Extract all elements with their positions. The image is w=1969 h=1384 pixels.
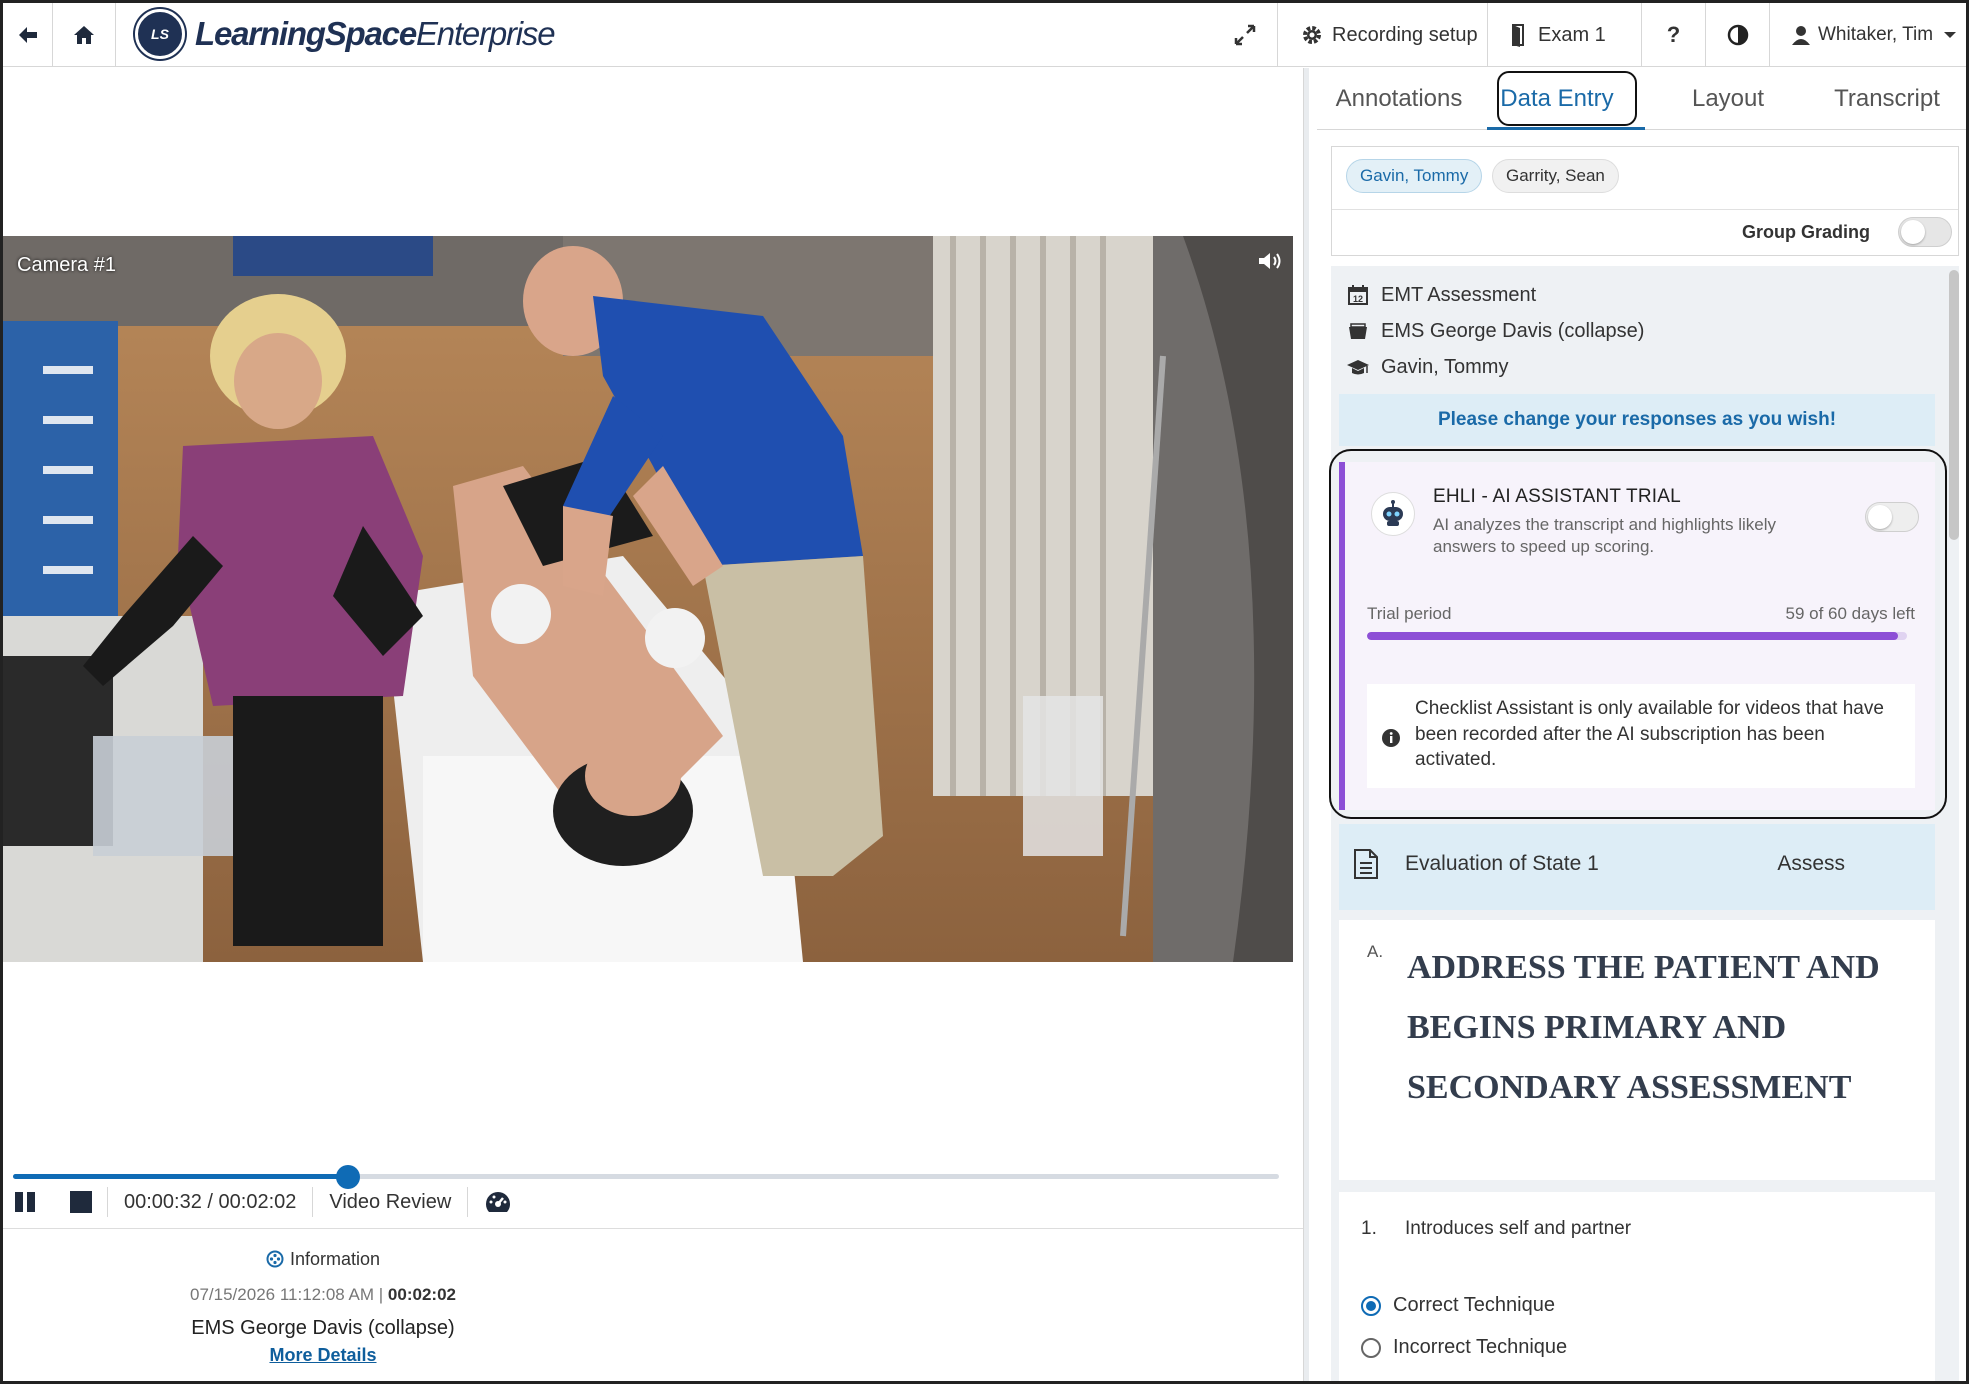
student-selector: Gavin, Tommy Garrity, Sean Group Grading xyxy=(1331,146,1959,256)
help-icon: ? xyxy=(1666,22,1681,47)
learner-row: Gavin, Tommy xyxy=(1345,352,1508,382)
focus-outline xyxy=(1497,71,1637,126)
expand-icon xyxy=(1234,24,1256,46)
contrast-icon xyxy=(1727,24,1748,46)
pause-button[interactable] xyxy=(3,1184,45,1220)
student-chip-selected[interactable]: Gavin, Tommy xyxy=(1346,159,1483,193)
stop-button[interactable] xyxy=(45,1184,107,1220)
exam-button[interactable]: Exam 1 xyxy=(1487,3,1641,67)
group-grading-label: Group Grading xyxy=(1742,222,1870,242)
group-grading-toggle[interactable] xyxy=(1898,217,1952,247)
information-heading: Information xyxy=(3,1249,643,1270)
mode-label: Video Review xyxy=(329,1190,452,1213)
toggle-knob xyxy=(1868,505,1892,529)
ai-title: EHLI - AI ASSISTANT TRIAL xyxy=(1433,486,1681,507)
scenario-title: EMS George Davis (collapse) xyxy=(191,1317,455,1339)
top-bar: LS LearningSpaceEnterprise Recording set… xyxy=(3,3,1966,67)
fullscreen-button[interactable] xyxy=(1213,3,1277,67)
ai-info-note: Checklist Assistant is only available fo… xyxy=(1367,684,1915,788)
graduation-cap-icon xyxy=(1347,360,1369,375)
more-details-link[interactable]: More Details xyxy=(3,1345,643,1366)
home-icon xyxy=(74,26,94,44)
info-icon xyxy=(1382,729,1400,747)
briefcase-icon xyxy=(1349,323,1367,339)
recording-date: 07/15/2026 11:12:08 AM | 00:02:02 xyxy=(190,1285,456,1304)
ai-note-text: Checklist Assistant is only available fo… xyxy=(1415,698,1884,771)
tab-transcript[interactable]: Transcript xyxy=(1807,68,1966,130)
case-row: EMS George Davis (collapse) xyxy=(1345,316,1644,346)
radio-unselected[interactable] xyxy=(1361,1337,1381,1358)
ai-description: AI analyzes the transcript and highlight… xyxy=(1433,515,1777,557)
question-card: A. ADDRESS THE PATIENT AND BEGINS PRIMAR… xyxy=(1339,920,1935,1180)
camera-label: Camera #1 xyxy=(17,254,116,276)
time-display: 00:00:32 / 00:02:02 xyxy=(124,1190,297,1213)
film-icon xyxy=(266,1250,284,1268)
scrollbar-thumb[interactable] xyxy=(1949,270,1959,540)
video-pane: Camera #1 00:00:32 / 00:02:02 Video Revi… xyxy=(3,68,1303,1381)
panel-tabs: Annotations Data Entry Layout Transcript xyxy=(1317,68,1966,130)
user-name: Whitaker, Tim xyxy=(1818,24,1934,45)
calendar-icon: 12 xyxy=(1348,285,1368,305)
divider xyxy=(1332,209,1958,210)
info-notice: Please change your responses as you wish… xyxy=(1339,394,1935,446)
logo-text: LearningSpaceEnterprise xyxy=(195,15,556,52)
app-window: LS LearningSpaceEnterprise Recording set… xyxy=(0,0,1969,1384)
volume-button[interactable] xyxy=(1257,250,1283,277)
video-frame xyxy=(3,236,1293,962)
back-button[interactable] xyxy=(3,3,53,67)
item-number: 1. xyxy=(1361,1218,1377,1239)
data-entry-scroll[interactable]: 12 EMT Assessment EMS George Davis (coll… xyxy=(1329,266,1959,1381)
checklist-item: 1. Introduces self and partner Correct T… xyxy=(1339,1192,1935,1381)
option-correct-technique[interactable]: Correct Technique xyxy=(1361,1294,1555,1317)
caret-down-icon xyxy=(1944,32,1957,38)
help-button[interactable]: ? xyxy=(1641,3,1705,67)
trial-status: 59 of 60 days left xyxy=(1785,604,1915,623)
speedometer-icon xyxy=(486,1192,511,1212)
player-controls: 00:00:32 / 00:02:02 Video Review xyxy=(3,1176,1293,1228)
information-panel: Information 07/15/2026 11:12:08 AM | 00:… xyxy=(3,1228,1303,1381)
exam-label: Exam 1 xyxy=(1538,23,1606,46)
gear-icon xyxy=(1303,26,1321,44)
home-button[interactable] xyxy=(53,3,116,67)
trial-label: Trial period xyxy=(1367,604,1452,623)
ai-assistant-card: EHLI - AI ASSISTANT TRIAL AI analyzes th… xyxy=(1339,462,1935,810)
logo-badge: LS xyxy=(135,9,185,59)
robot-icon xyxy=(1371,492,1415,536)
recording-setup-button[interactable]: Recording setup xyxy=(1277,3,1487,67)
student-chip[interactable]: Garrity, Sean xyxy=(1492,159,1619,193)
section-header[interactable]: Evaluation of State 1 Assess xyxy=(1339,824,1935,910)
question-letter: A. xyxy=(1367,942,1384,961)
playback-speed-button[interactable] xyxy=(468,1184,528,1220)
assessment-row: 12 EMT Assessment xyxy=(1345,280,1536,310)
ai-assistant-toggle[interactable] xyxy=(1865,502,1919,532)
user-menu[interactable]: Whitaker, Tim xyxy=(1769,3,1966,67)
radio-selected[interactable] xyxy=(1361,1295,1381,1316)
side-panel: Annotations Data Entry Layout Transcript… xyxy=(1309,68,1966,1381)
section-title: Evaluation of State 1 xyxy=(1405,852,1599,875)
tab-layout[interactable]: Layout xyxy=(1653,68,1803,130)
recording-setup-label: Recording setup xyxy=(1332,23,1478,46)
contrast-button[interactable] xyxy=(1705,3,1769,67)
arrow-left-icon xyxy=(18,27,37,43)
item-text: Introduces self and partner xyxy=(1405,1218,1632,1239)
toggle-knob xyxy=(1901,220,1925,244)
video-player[interactable]: Camera #1 xyxy=(3,236,1293,962)
door-icon xyxy=(1512,24,1524,47)
volume-icon xyxy=(1259,253,1281,269)
trial-progress-fill xyxy=(1367,632,1898,640)
stop-icon xyxy=(70,1191,92,1213)
logo[interactable]: LS LearningSpaceEnterprise xyxy=(135,8,556,60)
document-icon xyxy=(1354,849,1378,879)
option-incorrect-technique[interactable]: Incorrect Technique xyxy=(1361,1336,1567,1359)
pause-icon xyxy=(15,1192,35,1212)
svg-text:12: 12 xyxy=(1353,294,1363,304)
tab-annotations[interactable]: Annotations xyxy=(1317,68,1481,130)
trial-progress-bar xyxy=(1367,632,1907,640)
user-icon xyxy=(1792,26,1810,45)
question-text: ADDRESS THE PATIENT AND BEGINS PRIMARY A… xyxy=(1407,949,1880,1106)
section-assess-label: Assess xyxy=(1777,852,1845,875)
active-tab-indicator xyxy=(1487,127,1645,130)
